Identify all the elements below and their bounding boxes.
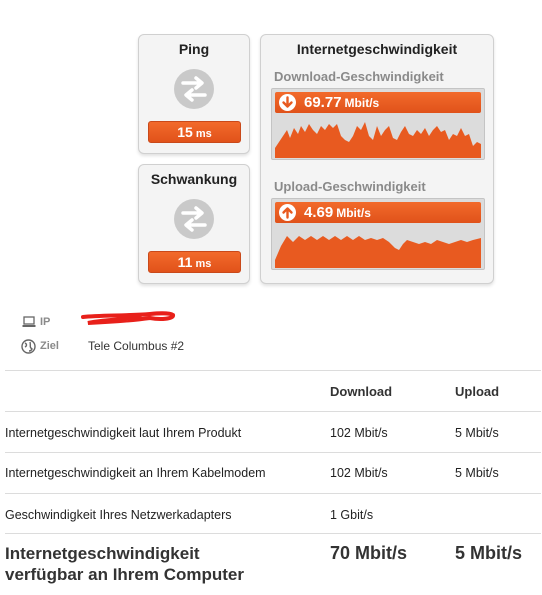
table-divider xyxy=(5,370,541,371)
row-label: Internetgeschwindigkeit laut Ihrem Produ… xyxy=(5,426,242,440)
jitter-title: Schwankung xyxy=(150,171,238,187)
download-value: 69.77 Mbit/s xyxy=(275,92,481,113)
upload-graph xyxy=(275,226,481,269)
table-divider xyxy=(5,411,541,412)
target-label: Ziel xyxy=(40,340,59,352)
swap-arrows-icon xyxy=(174,199,214,239)
header-download: Download xyxy=(330,384,393,399)
row-upload: 5 Mbit/s xyxy=(455,426,499,440)
speed-card: Internetgeschwindigkeit Download-Geschwi… xyxy=(260,34,494,284)
target-value: Tele Columbus #2 xyxy=(88,339,185,353)
row-label: Geschwindigkeit Ihres Netzwerkadapters xyxy=(5,508,232,522)
total-download: 70 Mbit/s xyxy=(330,543,408,563)
total-upload: 5 Mbit/s xyxy=(455,543,523,563)
row-download: 1 Gbit/s xyxy=(330,508,374,522)
arrow-down-icon xyxy=(279,94,296,111)
swap-arrows-icon xyxy=(174,69,214,109)
redacted-ip-scribble xyxy=(81,311,175,325)
upload-value: 4.69 Mbit/s xyxy=(275,202,481,223)
header-upload: Upload xyxy=(455,384,500,399)
download-label: Download-Geschwindigkeit xyxy=(274,69,444,84)
arrow-up-icon xyxy=(279,204,296,221)
row-label: Internetgeschwindigkeit an Ihrem Kabelmo… xyxy=(5,466,266,480)
table-divider xyxy=(5,452,541,453)
table-divider xyxy=(5,533,541,534)
speed-title: Internetgeschwindigkeit xyxy=(296,41,458,57)
download-graph xyxy=(275,116,481,159)
jitter-value: 11 ms xyxy=(148,251,241,273)
row-upload: 5 Mbit/s xyxy=(455,466,499,480)
download-box: 69.77 Mbit/s xyxy=(271,88,485,160)
jitter-card: Schwankung 11 ms xyxy=(138,164,250,284)
ping-card: Ping 15 ms xyxy=(138,34,250,154)
table-divider xyxy=(5,493,541,494)
ping-title: Ping xyxy=(178,41,210,57)
laptop-icon xyxy=(22,316,36,327)
ping-value: 15 ms xyxy=(148,121,241,143)
upload-box: 4.69 Mbit/s xyxy=(271,198,485,270)
ip-label: IP xyxy=(40,316,51,328)
total-label: Internetgeschwindigkeit verfügbar an Ihr… xyxy=(5,544,244,584)
upload-label: Upload-Geschwindigkeit xyxy=(274,179,426,194)
row-download: 102 Mbit/s xyxy=(330,466,388,480)
globe-icon xyxy=(21,339,36,354)
row-download: 102 Mbit/s xyxy=(330,426,388,440)
